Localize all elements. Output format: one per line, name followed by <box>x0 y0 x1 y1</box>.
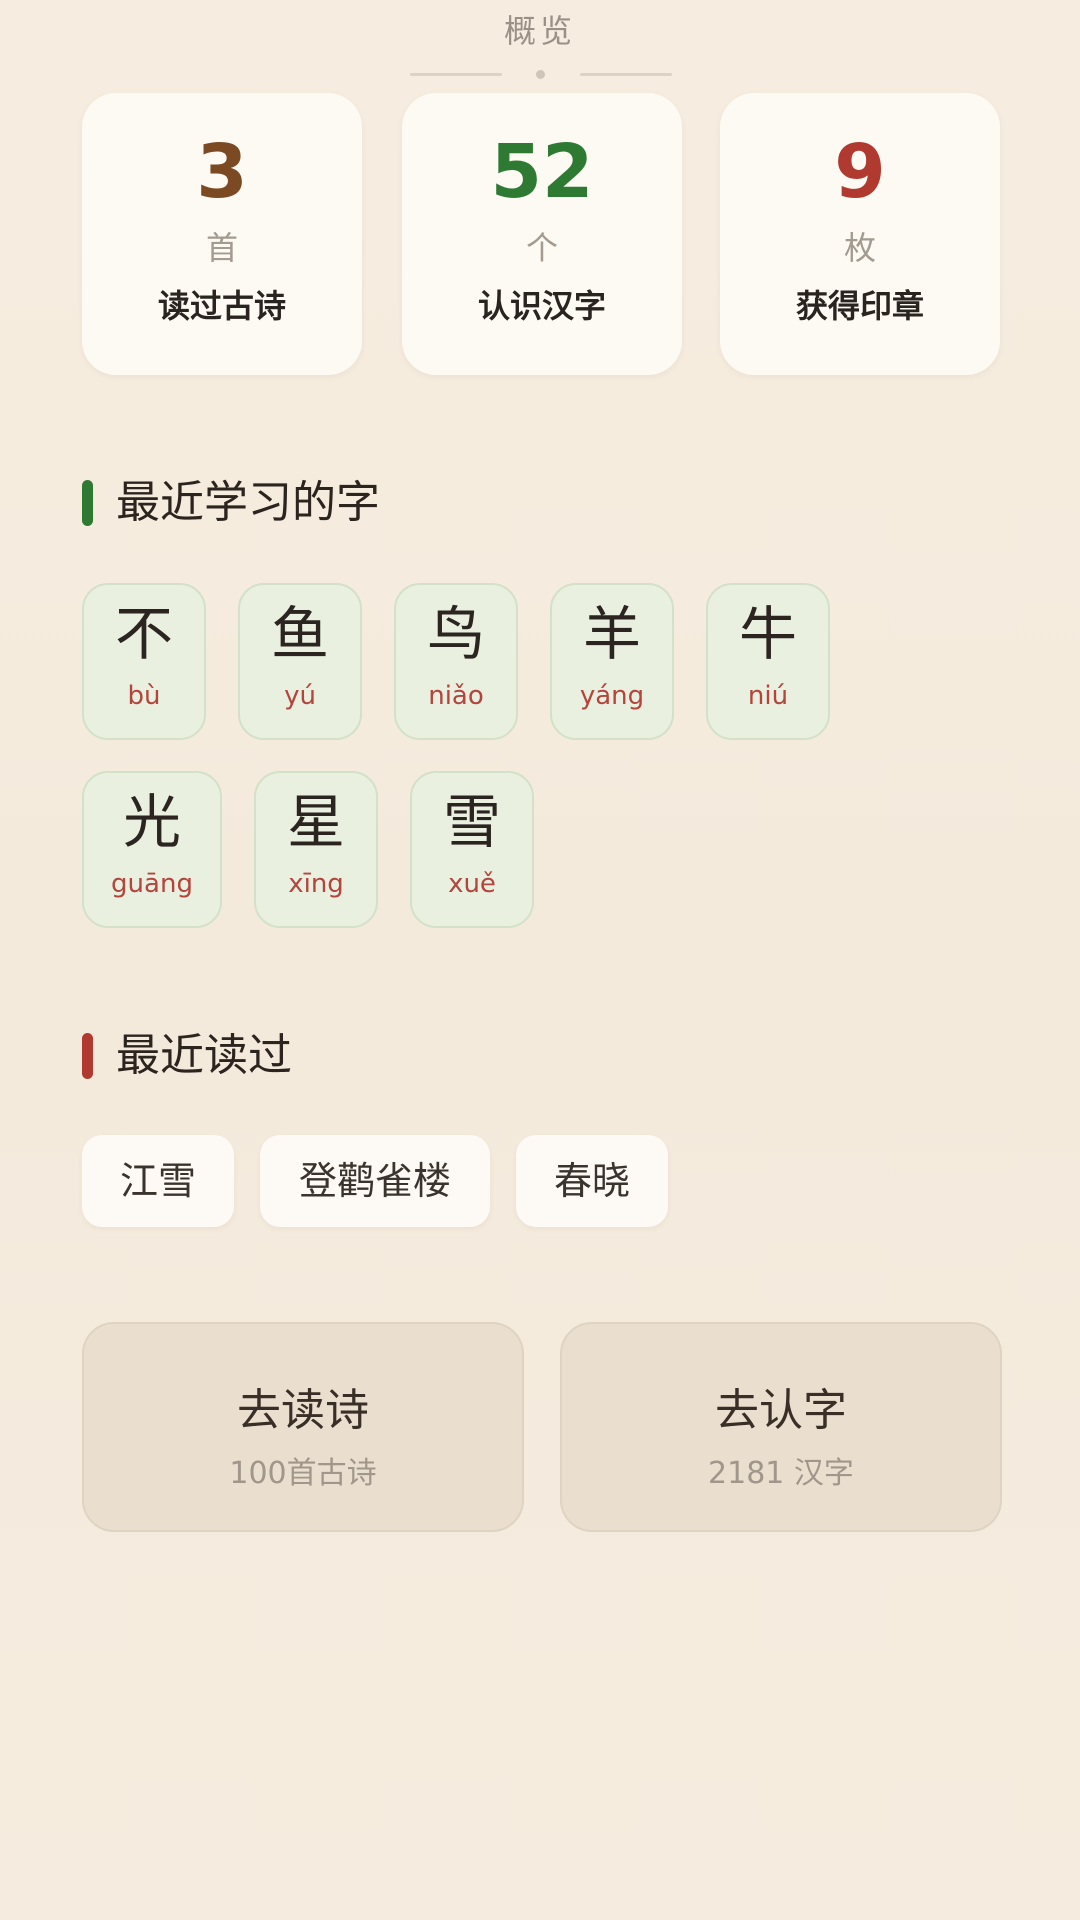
stat-value: 52 <box>490 129 594 215</box>
action-title: 去读诗 <box>237 1385 369 1436</box>
stat-unit: 首 <box>205 229 238 267</box>
page-title: 概览 <box>503 12 576 50</box>
char-pinyin: bù <box>127 681 161 711</box>
char-tile[interactable]: 雪 xuě <box>410 771 534 928</box>
char-glyph: 光 <box>122 788 181 856</box>
stat-card-poems-read[interactable]: 3 首 读过古诗 <box>82 93 362 375</box>
char-glyph: 鱼 <box>270 600 329 668</box>
section-title: 最近读过 <box>116 1030 292 1081</box>
char-tile[interactable]: 不 bù <box>82 583 206 740</box>
section-title: 最近学习的字 <box>116 477 380 528</box>
stat-label: 认识汉字 <box>477 287 606 325</box>
char-tile[interactable]: 星 xīng <box>254 771 378 928</box>
char-glyph: 星 <box>286 788 345 856</box>
char-pinyin: niǎo <box>428 681 484 711</box>
learn-chars-button[interactable]: 去认字 2181 汉字 <box>560 1322 1002 1532</box>
poem-chip[interactable]: 登鹳雀楼 <box>260 1135 490 1227</box>
char-glyph: 羊 <box>582 600 641 668</box>
char-pinyin: guāng <box>111 869 193 899</box>
action-title: 去认字 <box>715 1385 847 1436</box>
header-divider-right <box>580 73 672 76</box>
char-tile[interactable]: 牛 niú <box>706 583 830 740</box>
section-accent-bar <box>82 480 93 526</box>
stat-label: 获得印章 <box>795 287 924 325</box>
stat-card-stamps-earned[interactable]: 9 枚 获得印章 <box>720 93 1000 375</box>
stat-unit: 个 <box>525 229 558 267</box>
stat-label: 读过古诗 <box>157 287 286 325</box>
stat-card-chars-known[interactable]: 52 个 认识汉字 <box>402 93 682 375</box>
char-pinyin: xīng <box>288 869 344 899</box>
char-pinyin: yáng <box>579 681 645 711</box>
char-tile[interactable]: 鸟 niǎo <box>394 583 518 740</box>
char-tile[interactable]: 羊 yáng <box>550 583 674 740</box>
char-glyph: 牛 <box>738 600 797 668</box>
poem-chip[interactable]: 江雪 <box>82 1135 234 1227</box>
action-subtitle: 2181 汉字 <box>708 1456 854 1491</box>
char-glyph: 雪 <box>442 788 501 856</box>
header-divider-dot <box>536 70 545 79</box>
char-pinyin: xuě <box>448 869 496 899</box>
read-poems-button[interactable]: 去读诗 100首古诗 <box>82 1322 524 1532</box>
char-pinyin: yú <box>284 681 316 711</box>
char-pinyin: niú <box>747 681 789 711</box>
char-tile[interactable]: 光 guāng <box>82 771 222 928</box>
section-accent-bar <box>82 1033 93 1079</box>
stat-value: 3 <box>196 129 248 215</box>
char-glyph: 不 <box>114 600 173 668</box>
stat-unit: 枚 <box>843 229 876 267</box>
overview-header: 概览 <box>0 0 1080 90</box>
header-divider-left <box>410 73 502 76</box>
stat-value: 9 <box>834 129 886 215</box>
action-subtitle: 100首古诗 <box>229 1456 377 1491</box>
char-glyph: 鸟 <box>426 600 485 668</box>
char-tile[interactable]: 鱼 yú <box>238 583 362 740</box>
poem-chip[interactable]: 春晓 <box>516 1135 668 1227</box>
